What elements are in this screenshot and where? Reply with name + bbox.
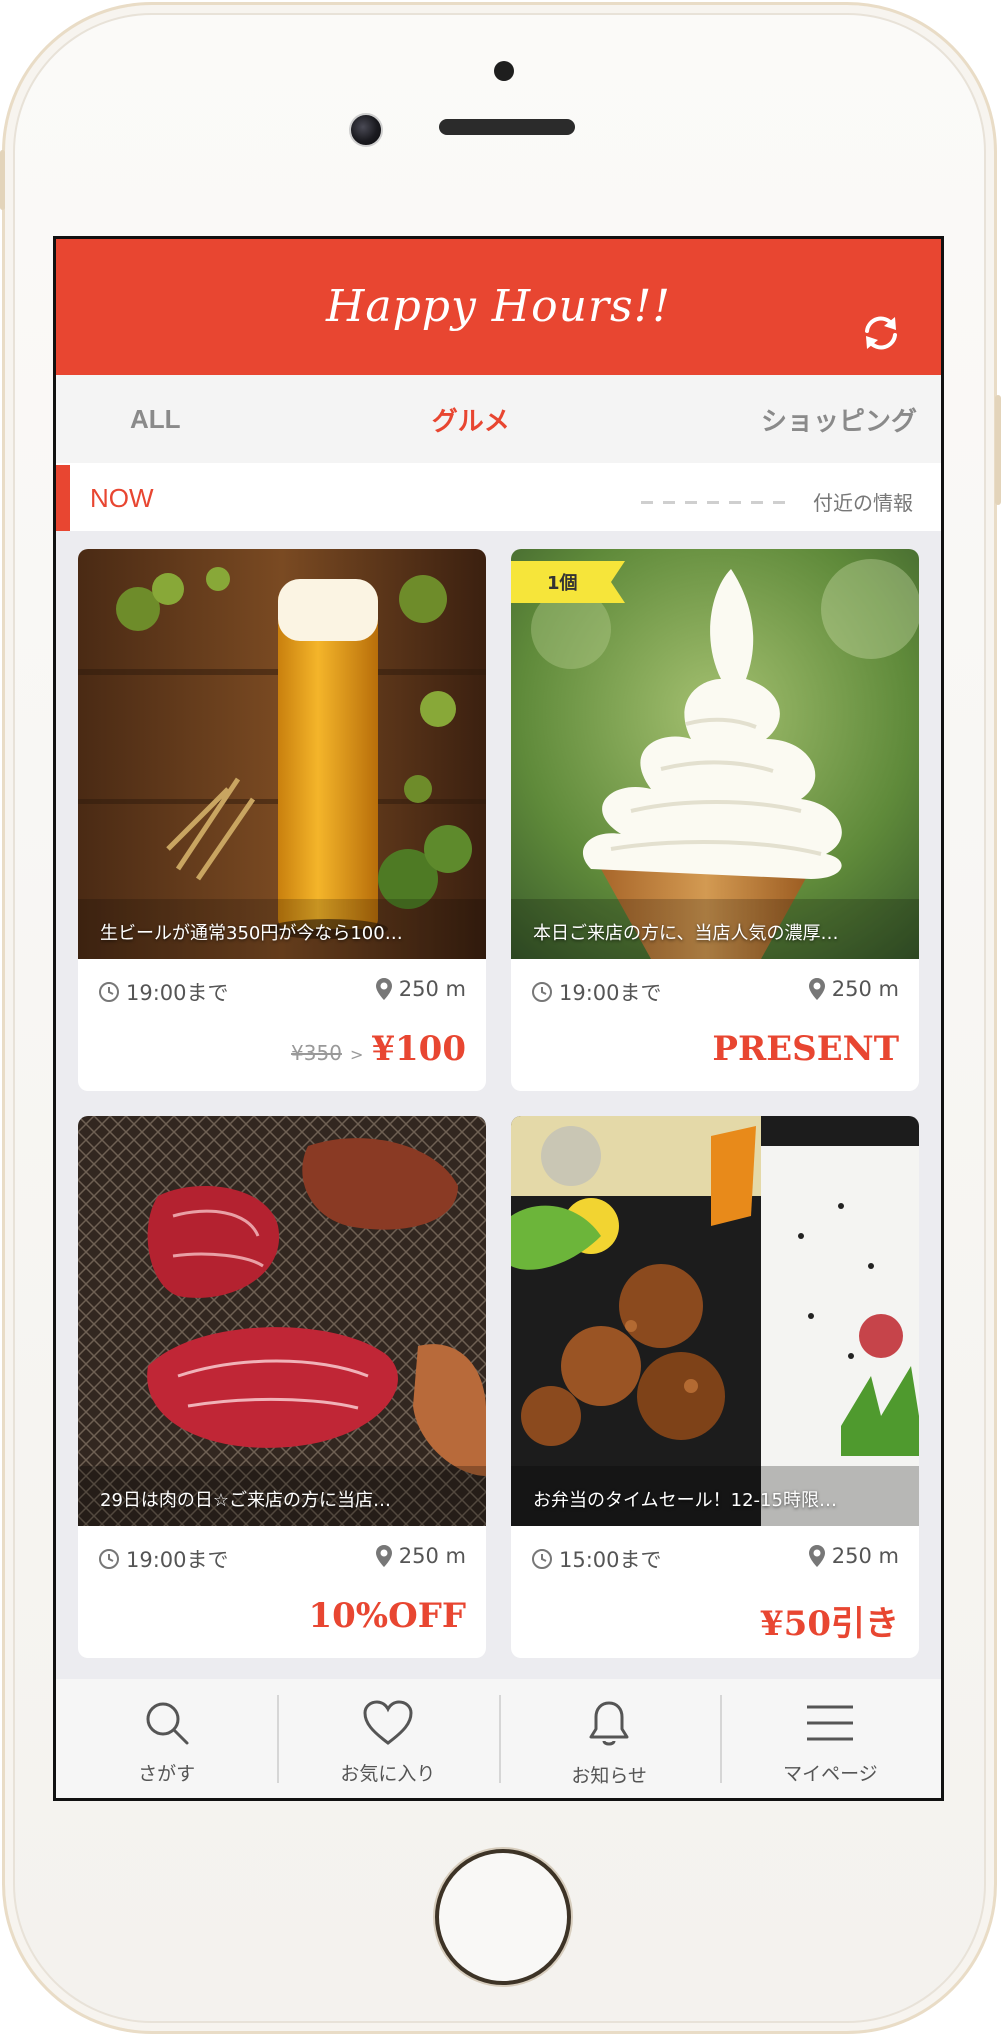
proximity-sensor [494, 61, 514, 81]
distance-info: 250 m [808, 1544, 899, 1568]
app-header: Happy Hours!! [56, 239, 941, 375]
time-info: 19:00まで [531, 977, 662, 1007]
deal-card[interactable]: お弁当のタイムセール！12-15時限… 15:00まで 250 m ¥50引き [511, 1116, 919, 1658]
location-pin-icon [808, 1545, 825, 1567]
card-caption: お弁当のタイムセール！12-15時限… [533, 1490, 837, 1511]
nav-label: さがす [138, 1763, 196, 1785]
price-row: PRESENT [712, 1029, 899, 1069]
nav-notifications[interactable]: お知らせ [498, 1679, 720, 1798]
time-info: 19:00まで [98, 977, 229, 1007]
old-price: ¥350 [291, 1041, 342, 1065]
nav-mypage[interactable]: マイページ [719, 1679, 941, 1798]
search-icon [146, 1702, 189, 1745]
clock-icon [532, 1549, 552, 1569]
location-pin-icon [808, 978, 825, 1000]
earpiece-speaker [439, 119, 575, 135]
card-caption: 生ビールが通常350円が今なら100… [100, 923, 403, 944]
time-info: 15:00まで [531, 1544, 662, 1574]
bell-icon [589, 1701, 629, 1746]
price-arrow: > [349, 1045, 364, 1064]
price-row: ¥50引き [760, 1596, 899, 1645]
deal-card[interactable]: 生ビールが通常350円が今なら100… 19:00まで 250 m ¥350 >… [78, 549, 486, 1091]
nav-label: お知らせ [571, 1765, 647, 1787]
soft-serve-image: 本日ご来店の方に、当店人気の濃厚… [511, 549, 919, 959]
time-label: 19:00まで [126, 1548, 229, 1572]
tab-shopping[interactable]: ショッピング [761, 401, 917, 438]
now-label: NOW [90, 483, 154, 513]
distance-label: 250 m [398, 977, 466, 1001]
bottom-nav: さがす お気に入り お知らせ マイページ [56, 1679, 941, 1798]
nav-label: お気に入り [340, 1763, 436, 1785]
deal-card[interactable]: 本日ご来店の方に、当店人気の濃厚… 1個 19:00まで 250 m PRESE… [511, 549, 919, 1091]
tab-gourmet[interactable]: グルメ [432, 401, 510, 438]
clock-icon [532, 982, 552, 1002]
card-caption: 本日ご来店の方に、当店人気の濃厚… [533, 923, 839, 944]
price-row: ¥350 > ¥100 [291, 1029, 466, 1069]
app-screen: Happy Hours!! ALL グルメ ショッピング NOW 付近の情報 生… [53, 236, 944, 1801]
heart-icon [363, 1700, 413, 1745]
distance-info: 250 m [375, 977, 466, 1001]
nearby-info-link[interactable]: 付近の情報 [813, 487, 913, 516]
clock-icon [99, 1549, 119, 1569]
power-button [995, 395, 1001, 505]
home-button[interactable] [435, 1849, 571, 1985]
deal-price: ¥50引き [760, 1604, 899, 1644]
menu-icon [807, 1705, 854, 1741]
card-meta: 15:00まで 250 m [531, 1544, 899, 1574]
time-label: 15:00まで [559, 1548, 662, 1572]
time-label: 19:00まで [126, 981, 229, 1005]
time-info: 19:00まで [98, 1544, 229, 1574]
card-meta: 19:00まで 250 m [98, 1544, 466, 1574]
distance-label: 250 m [831, 1544, 899, 1568]
deal-card[interactable]: 29日は肉の日☆ご来店の方に当店… 19:00まで 250 m 10%OFF [78, 1116, 486, 1658]
front-camera [349, 113, 383, 147]
distance-info: 250 m [375, 1544, 466, 1568]
deal-price: PRESENT [712, 1029, 899, 1069]
tab-all[interactable]: ALL [130, 404, 181, 435]
price-row: 10%OFF [308, 1596, 466, 1636]
yakiniku-image: 29日は肉の日☆ご来店の方に当店… [78, 1116, 486, 1526]
time-label: 19:00まで [559, 981, 662, 1005]
ticker-placeholder [641, 501, 791, 504]
clock-icon [99, 982, 119, 1002]
distance-label: 250 m [398, 1544, 466, 1568]
silent-switch [0, 150, 5, 210]
category-tabs: ALL グルメ ショッピング [56, 375, 941, 463]
nav-favorites[interactable]: お気に入り [277, 1679, 498, 1798]
nav-search[interactable]: さがす [56, 1679, 277, 1798]
location-pin-icon [375, 1545, 392, 1567]
app-logo: Happy Hours!! [326, 281, 671, 332]
beer-image: 生ビールが通常350円が今なら100… [78, 549, 486, 959]
card-caption: 29日は肉の日☆ご来店の方に当店… [100, 1490, 392, 1511]
distance-label: 250 m [831, 977, 899, 1001]
now-bar: NOW 付近の情報 [56, 465, 941, 531]
location-pin-icon [375, 978, 392, 1000]
deal-price: ¥100 [371, 1029, 466, 1069]
badge-label: 1個 [547, 573, 578, 594]
bento-image: お弁当のタイムセール！12-15時限… [511, 1116, 919, 1526]
nav-label: マイページ [783, 1763, 878, 1785]
card-meta: 19:00まで 250 m [531, 977, 899, 1007]
refresh-icon[interactable] [859, 311, 903, 355]
deals-grid: 生ビールが通常350円が今なら100… 19:00まで 250 m ¥350 >… [56, 531, 941, 1679]
deal-price: 10%OFF [308, 1596, 466, 1636]
card-meta: 19:00まで 250 m [98, 977, 466, 1007]
distance-info: 250 m [808, 977, 899, 1001]
